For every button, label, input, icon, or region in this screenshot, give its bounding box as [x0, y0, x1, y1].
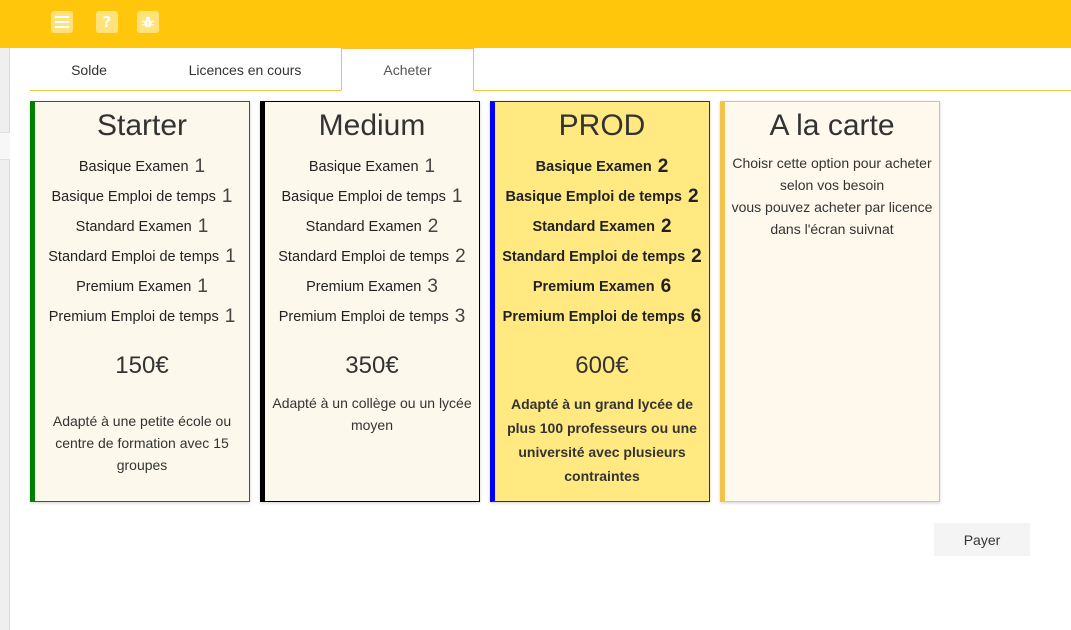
plan-line: Basique Emploi de temps 1 [265, 182, 479, 212]
help-icon: ? [102, 13, 112, 31]
line-qty: 1 [424, 156, 436, 177]
line-qty: 2 [691, 246, 702, 267]
plan-lines: Basique Examen 1 Basique Emploi de temps 1… [265, 152, 479, 332]
plan-card-medium[interactable]: Medium Basique Examen 1 Basique Emploi de… [260, 101, 480, 502]
plan-title: Medium [318, 109, 426, 142]
help-button[interactable]: ? [96, 11, 118, 33]
plan-lines: Basique Examen 2 Basique Emploi de temps 2… [495, 152, 709, 332]
plan-title: Starter [96, 109, 188, 142]
line-label: Premium Examen [532, 279, 655, 295]
line-qty: 6 [690, 306, 702, 327]
tab-acheter[interactable]: Acheter [341, 48, 474, 91]
top-bar: ? [0, 0, 1071, 48]
description-line: vous pouvez acheter par licence dans l'é… [731, 199, 933, 237]
tab-bar: Solde Licences en cours Acheter [30, 48, 1071, 91]
plan-line: Standard Examen 2 [495, 212, 709, 242]
line-label: Standard Emploi de temps [48, 249, 220, 265]
line-label: Premium Emploi de temps [278, 309, 449, 325]
plan-line: Basique Examen 1 [265, 152, 479, 182]
line-label: Basique Examen [535, 159, 652, 175]
line-label: Standard Examen [75, 219, 192, 235]
plan-description: Choisr cette option pour acheter selon v… [725, 152, 939, 240]
line-label: Premium Emploi de temps [48, 309, 219, 325]
gutter-marker [0, 132, 10, 160]
plan-line: Standard Emploi de temps 2 [265, 242, 479, 272]
line-label: Premium Emploi de temps [502, 309, 685, 325]
plan-line: Premium Emploi de temps 1 [35, 302, 249, 332]
line-label: Basique Examen [308, 159, 419, 175]
bug-report-button[interactable] [137, 11, 159, 33]
plan-price: 150€ [115, 352, 169, 379]
plan-line: Basique Emploi de temps 1 [35, 182, 249, 212]
line-qty: 1 [194, 156, 206, 177]
plan-line: Premium Emploi de temps 3 [265, 302, 479, 332]
plan-card-starter[interactable]: Starter Basique Examen 1 Basique Emploi d… [30, 101, 250, 502]
line-qty: 2 [657, 156, 669, 177]
plan-line: Basique Emploi de temps 2 [495, 182, 709, 212]
plan-title: A la carte [769, 109, 895, 142]
line-qty: 1 [451, 186, 463, 207]
plan-line: Standard Emploi de temps 1 [35, 242, 249, 272]
plan-description: Adapté à une petite école ou centre de f… [52, 413, 232, 473]
line-label: Basique Emploi de temps [281, 189, 446, 205]
line-qty: 6 [660, 276, 672, 297]
line-label: Basique Emploi de temps [51, 189, 216, 205]
plan-card-a-la-carte[interactable]: A la carte Choisr cette option pour ache… [720, 101, 940, 502]
menu-icon [55, 16, 69, 28]
plan-line: Standard Emploi de temps 2 [495, 242, 709, 272]
pay-button[interactable]: Payer [934, 523, 1030, 556]
plan-card-prod[interactable]: PROD Basique Examen 2 Basique Emploi de t… [490, 101, 710, 502]
line-qty: 2 [455, 246, 466, 267]
plan-price: 600€ [575, 352, 629, 379]
plan-line: Standard Examen 1 [35, 212, 249, 242]
bug-icon [141, 16, 155, 28]
description-line: Choisr cette option pour acheter selon v… [732, 155, 932, 193]
menu-button[interactable] [51, 11, 73, 33]
line-label: Basique Examen [78, 159, 189, 175]
plan-title: PROD [558, 109, 646, 142]
line-label: Premium Examen [76, 279, 192, 295]
left-gutter [0, 48, 10, 630]
line-qty: 3 [427, 276, 438, 297]
plan-line: Basique Examen 1 [35, 152, 249, 182]
line-qty: 1 [225, 246, 236, 267]
plan-line: Premium Examen 1 [35, 272, 249, 302]
line-qty: 1 [221, 186, 233, 207]
plan-price: 350€ [345, 352, 399, 379]
line-label: Premium Examen [306, 279, 422, 295]
line-label: Standard Examen [305, 219, 422, 235]
plan-description: Adapté à un grand lycée de plus 100 prof… [507, 396, 697, 484]
plan-line: Premium Examen 3 [265, 272, 479, 302]
plan-line: Standard Examen 2 [265, 212, 479, 242]
line-label: Standard Emploi de temps [278, 249, 450, 265]
plan-line: Premium Examen 6 [495, 272, 709, 302]
line-qty: 2 [687, 186, 699, 207]
line-label: Basique Emploi de temps [505, 189, 682, 205]
line-qty: 1 [224, 306, 236, 327]
line-label: Standard Emploi de temps [502, 249, 686, 265]
line-qty: 1 [197, 276, 208, 297]
line-qty: 2 [660, 216, 672, 237]
plan-line: Basique Examen 2 [495, 152, 709, 182]
plan-description: Adapté à un collège ou un lycée moyen [272, 395, 472, 433]
line-qty: 3 [454, 306, 466, 327]
plan-line: Premium Emploi de temps 6 [495, 302, 709, 332]
plan-lines: Basique Examen 1 Basique Emploi de temps 1… [35, 152, 249, 332]
line-label: Standard Examen [532, 219, 655, 235]
line-qty: 1 [197, 216, 209, 237]
tab-licences-en-cours[interactable]: Licences en cours [148, 48, 342, 91]
tab-solde[interactable]: Solde [30, 48, 148, 91]
line-qty: 2 [427, 216, 439, 237]
